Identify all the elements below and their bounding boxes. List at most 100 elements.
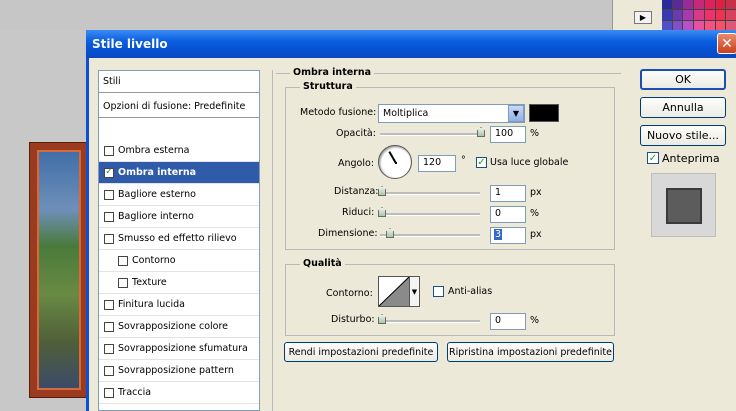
style-item-checkbox[interactable] [104, 299, 114, 310]
close-button[interactable]: ✕ [717, 33, 736, 54]
angle-dial[interactable] [378, 145, 412, 179]
style-item[interactable]: Bagliore interno [99, 206, 259, 228]
choke-input[interactable]: 0 [490, 206, 526, 223]
noise-slider-track[interactable] [380, 320, 480, 323]
size-unit: px [530, 229, 542, 240]
canvas-background [0, 0, 612, 30]
style-item-label: Finitura lucida [118, 299, 185, 310]
contour-dropdown-arrow-icon[interactable]: ▼ [409, 276, 420, 307]
style-item-label: Texture [132, 277, 167, 288]
cancel-button[interactable]: Annulla [640, 97, 726, 118]
choke-slider-track[interactable] [380, 213, 480, 216]
style-item-checkbox[interactable] [118, 255, 128, 266]
style-item-checkbox[interactable] [118, 277, 128, 288]
style-item-label: Smusso ed effetto rilievo [118, 233, 237, 244]
preview-label: Anteprima [662, 152, 720, 165]
reset-default-button[interactable]: Ripristina impostazioni predefinite [447, 342, 614, 362]
make-default-button[interactable]: Rendi impostazioni predefinite [284, 342, 438, 362]
blend-mode-select[interactable]: Moltiplica [378, 104, 525, 123]
close-icon: ✕ [721, 35, 733, 52]
color-swatches[interactable] [662, 0, 736, 30]
size-slider-track[interactable] [380, 234, 480, 237]
style-item-label: Traccia [118, 387, 152, 398]
style-item-label: Sovrapposizione colore [118, 321, 229, 332]
quality-title: Qualità [300, 258, 345, 269]
style-item-label: Contorno [132, 255, 176, 266]
structure-title: Struttura [300, 81, 356, 92]
style-item[interactable]: Sovrapposizione sfumatura [99, 338, 259, 360]
style-item[interactable]: Finitura lucida [99, 294, 259, 316]
styles-header-label: Stili [103, 76, 121, 87]
blend-options-item[interactable]: Opzioni di fusione: Predefinite [99, 96, 259, 118]
framed-painting-image [30, 143, 88, 397]
styles-header[interactable]: Stili [99, 71, 259, 93]
angle-label: Angolo: [338, 158, 375, 169]
distance-slider-track[interactable] [380, 192, 480, 195]
noise-input[interactable]: 0 [490, 313, 526, 330]
style-item-label: Bagliore esterno [118, 189, 196, 200]
style-item[interactable]: Traccia [99, 382, 259, 404]
angle-input[interactable]: 120 [418, 155, 456, 172]
opacity-unit: % [530, 128, 540, 139]
style-item[interactable]: Bagliore esterno [99, 184, 259, 206]
contour-label: Contorno: [326, 288, 373, 299]
shadow-color-swatch[interactable] [529, 104, 559, 122]
blend-mode-label: Metodo fusione: [300, 107, 377, 118]
style-item-checkbox[interactable] [104, 233, 114, 244]
style-item-label: Sovrapposizione pattern [118, 365, 234, 376]
style-item[interactable]: ✓ Ombra interna [99, 162, 259, 184]
style-item-label: Sovrapposizione sfumatura [118, 343, 248, 354]
choke-unit: % [530, 208, 540, 219]
style-item-checkbox[interactable] [104, 321, 114, 332]
style-item-label: Ombra interna [118, 167, 197, 178]
style-item-label: Ombra esterna [118, 145, 190, 156]
blend-options-label: Opzioni di fusione: Predefinite [103, 101, 246, 112]
style-item-checkbox[interactable] [104, 189, 114, 200]
opacity-label: Opacità: [336, 128, 376, 139]
chevron-down-icon[interactable]: ▼ [508, 105, 524, 122]
angle-unit: ° [461, 155, 466, 166]
style-item-checkbox[interactable]: ✓ [104, 167, 114, 178]
style-item-checkbox[interactable] [104, 387, 114, 398]
noise-label: Disturbo: [331, 314, 375, 325]
style-item[interactable]: Ombra esterna [99, 140, 259, 162]
noise-unit: % [530, 315, 540, 326]
contour-preview[interactable] [378, 276, 410, 307]
opacity-slider-track[interactable] [380, 133, 484, 136]
choke-label: Riduci: [342, 207, 375, 218]
distance-input[interactable]: 1 [490, 185, 526, 202]
preview-swatch [666, 188, 702, 224]
global-light-checkbox[interactable]: ✓ [476, 157, 487, 168]
panel-menu-arrow-icon[interactable]: ▶ [634, 11, 652, 24]
antialias-checkbox[interactable] [433, 286, 444, 297]
style-item[interactable]: Sovrapposizione pattern [99, 360, 259, 382]
ok-button[interactable]: OK [640, 69, 726, 90]
angle-dial-needle [388, 151, 397, 164]
opacity-input[interactable]: 100 [490, 126, 526, 143]
style-item-checkbox[interactable] [104, 145, 114, 156]
dialog-titlebar[interactable]: Stile livello [86, 30, 736, 58]
dialog-title: Stile livello [92, 37, 168, 51]
distance-unit: px [530, 187, 542, 198]
preview-checkbox[interactable]: ✓ [647, 152, 659, 164]
distance-label: Distanza: [334, 186, 379, 197]
new-style-button[interactable]: Nuovo stile... [640, 125, 726, 146]
size-value: 3 [494, 229, 503, 240]
style-item-label: Bagliore interno [118, 211, 194, 222]
style-item[interactable]: Texture [99, 272, 259, 294]
style-item-checkbox[interactable] [104, 211, 114, 222]
style-item[interactable]: Smusso ed effetto rilievo [99, 228, 259, 250]
antialias-label: Anti-alias [448, 286, 493, 297]
quality-group [285, 264, 615, 336]
style-item[interactable]: Contorno [99, 250, 259, 272]
blend-mode-value: Moltiplica [383, 108, 429, 119]
style-item-checkbox[interactable] [104, 343, 114, 354]
style-item-checkbox[interactable] [104, 365, 114, 376]
style-item[interactable]: Sovrapposizione colore [99, 316, 259, 338]
size-label: Dimensione: [318, 228, 378, 239]
section-title: Ombra interna [290, 67, 375, 78]
settings-left-rule [272, 70, 273, 411]
global-light-label: Usa luce globale [490, 157, 569, 168]
preview-box [651, 173, 716, 237]
size-input[interactable]: 3 [490, 227, 526, 244]
